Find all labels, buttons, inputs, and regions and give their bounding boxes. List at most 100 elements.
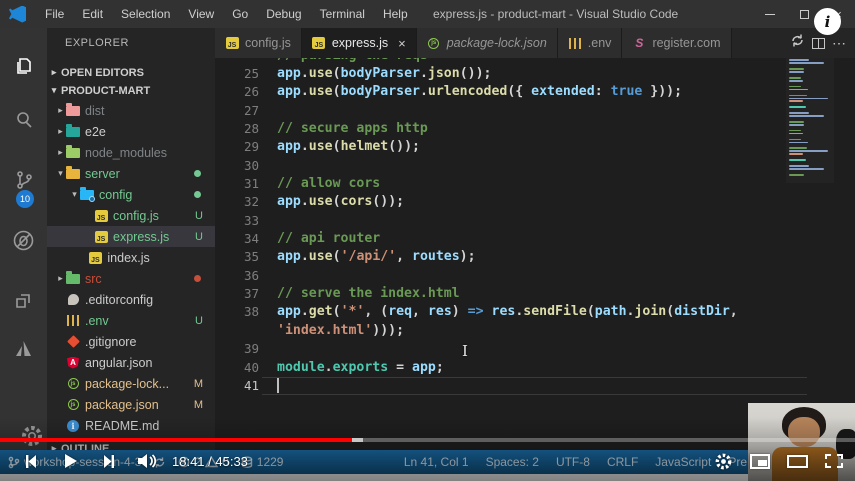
code-line-30[interactable]: 30 (215, 156, 855, 174)
code-line-31[interactable]: 31// allow cors (215, 174, 855, 192)
explorer-icon[interactable] (0, 46, 47, 86)
code-line-39[interactable]: 39 (215, 340, 855, 358)
code-text: module.exports = app; (259, 360, 444, 375)
code-line-37[interactable]: 37// serve the index.html (215, 284, 855, 302)
code-line-36[interactable]: 36 (215, 266, 855, 284)
window-title: express.js - product-mart - Visual Studi… (433, 0, 678, 28)
video-info-icon[interactable]: i (814, 8, 841, 35)
sass-file-icon: S (635, 36, 643, 50)
chevron-down-icon: ▾ (69, 189, 80, 200)
menu-item-help[interactable]: Help (374, 7, 417, 21)
tree-item-label: dist (85, 104, 215, 118)
code-line-wrap[interactable]: 'index.html'))); (215, 321, 855, 339)
mouse-ibeam-cursor: I (462, 342, 468, 360)
npm-file-icon: js (68, 378, 79, 389)
minimap[interactable] (786, 58, 834, 183)
azure-icon[interactable] (0, 328, 47, 368)
tab-label: config.js (245, 36, 291, 50)
code-line-35[interactable]: 35app.use('/api/', routes); (215, 248, 855, 266)
volume-icon[interactable] (136, 452, 158, 470)
next-button[interactable] (101, 453, 118, 470)
video-progress-bar[interactable] (0, 438, 855, 442)
env-file-icon (67, 315, 79, 326)
tree-item-package-lock[interactable]: jspackage-lock...M (47, 373, 215, 394)
split-editor-icon[interactable] (812, 38, 825, 49)
minimap-line (789, 92, 793, 94)
code-line-27[interactable]: 27 (215, 101, 855, 119)
tree-item-readme-md[interactable]: iREADME.md (47, 415, 215, 436)
code-line-34[interactable]: 34// api router (215, 229, 855, 247)
tree-item-config[interactable]: ▾ config (47, 184, 215, 205)
play-button[interactable] (61, 452, 79, 470)
code-line-32[interactable]: 32app.use(cors()); (215, 193, 855, 211)
tab-package-lock-json[interactable]: jspackage-lock.json (417, 28, 558, 58)
more-actions-icon[interactable]: ⋯ (832, 35, 847, 52)
theater-mode-button[interactable] (787, 455, 808, 468)
progress-fill (0, 438, 352, 442)
text-caret (277, 378, 279, 393)
minimize-button[interactable] (753, 0, 787, 28)
code-line-38[interactable]: 38app.get('*', (req, res) => res.sendFil… (215, 303, 855, 321)
code-line-28[interactable]: 28// secure apps http (215, 119, 855, 137)
tree-item-label: index.js (107, 251, 215, 265)
tree-item-dist[interactable]: ▸dist (47, 100, 215, 121)
git-status-badge: U (195, 315, 203, 327)
tree-item-express-js[interactable]: JSexpress.jsU (47, 226, 215, 247)
activity-bar: 10 1 (0, 28, 47, 450)
code-line-25[interactable]: 25app.use(bodyParser.json()); (215, 64, 855, 82)
sync-editors-icon[interactable] (790, 33, 805, 53)
tree-item-label: package-lock... (85, 377, 194, 391)
tree-item-editorconfig[interactable]: .editorconfig (47, 289, 215, 310)
code-line-29[interactable]: 29app.use(helmet()); (215, 138, 855, 156)
menu-item-go[interactable]: Go (223, 7, 257, 21)
previous-button[interactable] (22, 453, 39, 470)
fullscreen-button[interactable] (825, 454, 843, 468)
npm-file-icon: js (428, 38, 439, 49)
menu-item-file[interactable]: File (36, 7, 73, 21)
git-file-icon (66, 335, 80, 348)
menu-item-terminal[interactable]: Terminal (311, 7, 374, 21)
tab-register-com[interactable]: Sregister.com (622, 28, 731, 58)
code-line-33[interactable]: 33 (215, 211, 855, 229)
code-editor[interactable]: // parsing the reqs25app.use(bodyParser.… (215, 58, 855, 450)
minimap-line (789, 112, 809, 114)
tree-item-e2e[interactable]: ▸e2e (47, 121, 215, 142)
open-editors-section[interactable]: ▸ OPEN EDITORS (47, 63, 215, 82)
code-text: app.get('*', (req, res) => res.sendFile(… (259, 304, 738, 319)
minimap-line (789, 106, 806, 108)
tree-item-index-js[interactable]: JSindex.js (47, 247, 215, 268)
menu-item-view[interactable]: View (179, 7, 223, 21)
tab-env[interactable]: .env (558, 28, 623, 58)
search-icon[interactable] (0, 100, 47, 140)
project-section[interactable]: ▾ PRODUCT-MART (47, 81, 215, 100)
minimap-line (789, 142, 808, 144)
tree-item-env[interactable]: .envU (47, 310, 215, 331)
tree-item-node-modules[interactable]: ▸node_modules (47, 142, 215, 163)
tree-item-label: config (99, 188, 194, 202)
tab-express-js[interactable]: JSexpress.js× (302, 28, 417, 58)
tree-item-config-js[interactable]: JSconfig.jsU (47, 205, 215, 226)
close-tab-icon[interactable]: × (398, 36, 406, 51)
miniplayer-button[interactable] (750, 454, 770, 469)
code-line-41[interactable]: 41 (215, 376, 855, 394)
debug-icon[interactable] (0, 220, 47, 260)
tree-item-package-json[interactable]: jspackage.jsonM (47, 394, 215, 415)
code-line-26[interactable]: 26app.use(bodyParser.urlencoded({ extend… (215, 83, 855, 101)
menu-item-debug[interactable]: Debug (257, 7, 310, 21)
settings-gear-icon[interactable] (714, 452, 733, 471)
code-line-40[interactable]: 40module.exports = app; (215, 358, 855, 376)
tree-item-gitignore[interactable]: .gitignore (47, 331, 215, 352)
tree-item-angular-json[interactable]: Aangular.json (47, 352, 215, 373)
tree-item-label: src (85, 272, 194, 286)
readme-file-icon: i (67, 420, 79, 432)
folder-icon (66, 167, 80, 180)
menu-item-selection[interactable]: Selection (112, 7, 179, 21)
tab-config-js[interactable]: JSconfig.js (215, 28, 302, 58)
tree-item-server[interactable]: ▾server (47, 163, 215, 184)
tree-item-src[interactable]: ▸src (47, 268, 215, 289)
time-display: 18:41 / 45:33 (172, 454, 248, 469)
menu-item-edit[interactable]: Edit (73, 7, 112, 21)
explorer-sidebar: EXPLORER ▸ OPEN EDITORS ▾ PRODUCT-MART ▸… (47, 28, 215, 450)
extensions-icon[interactable] (0, 280, 47, 320)
menu-bar: FileEditSelectionViewGoDebugTerminalHelp (36, 7, 417, 21)
